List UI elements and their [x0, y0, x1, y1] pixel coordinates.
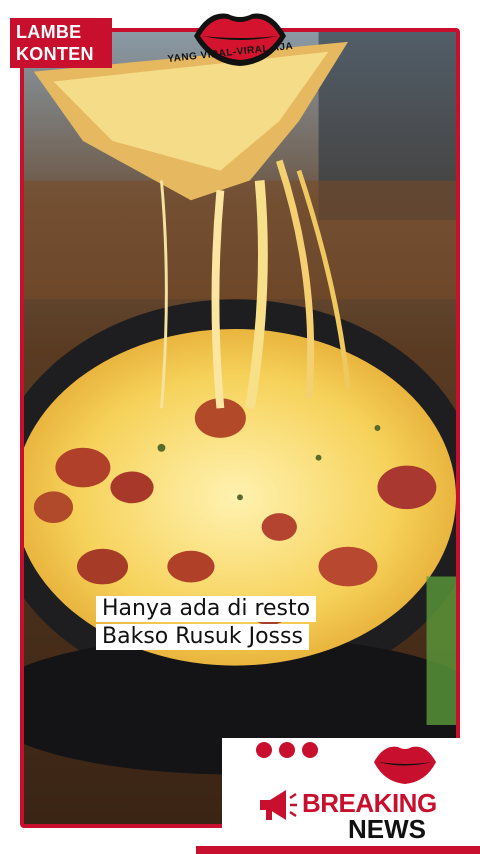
decorative-dots: [256, 742, 325, 763]
video-caption: Hanya ada di resto Bakso Rusuk Josss: [96, 596, 317, 652]
brand-line-1: LAMBE: [16, 22, 82, 42]
news-label: NEWS: [348, 814, 426, 844]
lips-icon: [374, 746, 436, 784]
caption-line-1: Hanya ada di resto: [96, 596, 317, 622]
megaphone-icon: [260, 790, 297, 820]
caption-line-2: Bakso Rusuk Josss: [96, 624, 309, 650]
food-photo: [24, 32, 456, 824]
bottom-accent-bar: [196, 846, 480, 854]
video-frame: [20, 28, 460, 828]
brand-line-2: KONTEN: [16, 44, 94, 64]
brand-logo: LAMBE KONTEN: [10, 18, 112, 68]
